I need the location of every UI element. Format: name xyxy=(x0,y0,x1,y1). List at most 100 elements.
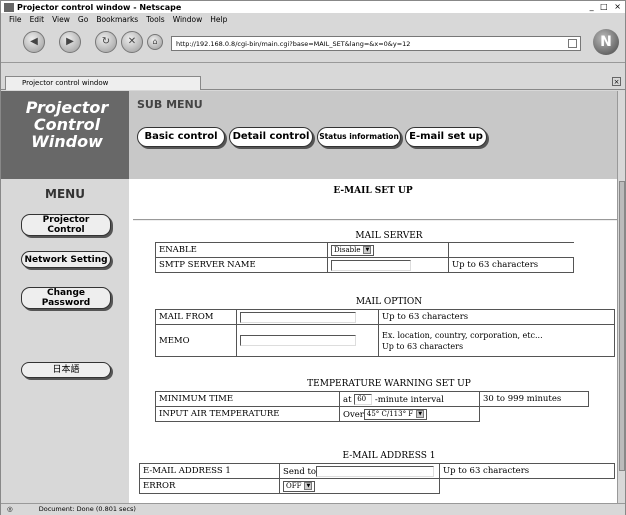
close-tab-icon[interactable]: × xyxy=(612,77,621,86)
input-air-temperature-label: INPUT AIR TEMPERATURE xyxy=(155,406,340,422)
netscape-logo-icon: N xyxy=(593,29,619,55)
menu-heading: MENU xyxy=(45,187,85,201)
window-title: Projector control window - Netscape xyxy=(17,2,182,12)
menu-window[interactable]: Window xyxy=(173,15,203,24)
table-row: E-MAIL ADDRESS 1 Send to Up to 63 charac… xyxy=(139,463,615,479)
email-setup-button[interactable]: E-mail set up xyxy=(405,127,487,147)
air-temperature-value: 45° C/113° F xyxy=(366,409,414,418)
menu-edit[interactable]: Edit xyxy=(30,15,45,24)
network-setting-label: Network Setting xyxy=(24,254,108,265)
email-setup-form: E-MAIL SET UP MAIL SERVER ENABLE Disable… xyxy=(129,179,617,503)
vertical-scrollbar[interactable] xyxy=(617,91,625,503)
memo-input[interactable] xyxy=(240,335,356,346)
status-bar: ◎ Document: Done (0.801 secs) xyxy=(1,503,625,515)
basic-control-button[interactable]: Basic control xyxy=(137,127,225,147)
tab-projector-control[interactable]: Projector control window xyxy=(5,76,201,90)
reload-icon[interactable]: ↻ xyxy=(95,31,117,53)
address1-heading: E-MAIL ADDRESS 1 xyxy=(342,451,436,461)
japanese-button[interactable]: 日本語 xyxy=(21,362,111,378)
email-address1-label: E-MAIL ADDRESS 1 xyxy=(139,463,280,479)
browser-window: Projector control window - Netscape _ □ … xyxy=(0,0,626,515)
temperature-heading: TEMPERATURE WARNING SET UP xyxy=(307,379,471,389)
forward-icon[interactable]: ▶ xyxy=(59,31,81,53)
table-row: MAIL FROM Up to 63 characters xyxy=(155,309,615,325)
menu-tools[interactable]: Tools xyxy=(146,15,164,24)
minimum-time-hint: 30 to 999 minutes xyxy=(479,391,589,407)
url-text: http://192.168.0.8/cgi-bin/main.cgi?base… xyxy=(176,40,411,48)
chevron-down-icon: ▼ xyxy=(304,481,313,490)
mail-server-heading: MAIL SERVER xyxy=(355,231,423,241)
projector-control-button[interactable]: Projector Control xyxy=(21,214,111,236)
interval-text: -minute interval xyxy=(374,394,444,405)
menu-bar: File Edit View Go Bookmarks Tools Window… xyxy=(1,13,625,25)
mail-option-heading: MAIL OPTION xyxy=(355,297,423,307)
submenu-heading: SUB MENU xyxy=(137,98,203,111)
url-field[interactable]: http://192.168.0.8/cgi-bin/main.cgi?base… xyxy=(171,36,581,51)
mail-option-table: MAIL FROM Up to 63 characters MEMO Ex. l… xyxy=(155,309,615,357)
brand-panel: Projector Control Window xyxy=(1,91,129,179)
scrollbar-thumb[interactable] xyxy=(619,181,625,471)
minimum-time-input[interactable]: 60 xyxy=(354,393,373,405)
smtp-server-input[interactable] xyxy=(331,259,411,271)
email-address1-hint: Up to 63 characters xyxy=(439,463,615,479)
detail-control-button[interactable]: Detail control xyxy=(229,127,313,147)
error-select[interactable]: OFF ▼ xyxy=(283,480,316,492)
navigation-toolbar: ◀ ▶ ↻ ✕ ⌂ http://192.168.0.8/cgi-bin/mai… xyxy=(1,25,625,63)
memo-label: MEMO xyxy=(155,324,237,357)
air-temperature-select[interactable]: 45° C/113° F ▼ xyxy=(363,408,428,420)
back-icon[interactable]: ◀ xyxy=(23,31,45,53)
enable-select-value: Disable xyxy=(334,245,361,254)
over-text: Over xyxy=(343,409,364,420)
memo-hint-line2: Up to 63 characters xyxy=(382,341,464,351)
window-controls[interactable]: _ □ × xyxy=(590,2,623,11)
network-setting-button[interactable]: Network Setting xyxy=(21,251,111,268)
error-select-value: OFF xyxy=(286,481,302,490)
tab-label: Projector control window xyxy=(22,79,109,87)
address1-table: E-MAIL ADDRESS 1 Send to Up to 63 charac… xyxy=(139,463,615,494)
stop-icon[interactable]: ✕ xyxy=(121,31,143,53)
temperature-table: MINIMUM TIME at 60 -minute interval 30 t… xyxy=(155,391,589,422)
title-bar: Projector control window - Netscape _ □ … xyxy=(1,1,625,13)
minimum-time-label: MINIMUM TIME xyxy=(155,391,340,407)
japanese-label: 日本語 xyxy=(52,365,80,375)
app-icon xyxy=(4,2,14,12)
menu-view[interactable]: View xyxy=(52,15,70,24)
change-password-button[interactable]: Change Password xyxy=(21,287,111,309)
menu-file[interactable]: File xyxy=(9,15,22,24)
table-row: ERROR OFF ▼ xyxy=(139,478,615,494)
chevron-down-icon: ▼ xyxy=(416,409,425,418)
connection-icon: ◎ xyxy=(7,505,13,513)
projector-control-label: Projector Control xyxy=(42,215,90,235)
brand-title-line3: Window xyxy=(31,132,103,151)
page-content: Projector Control Window SUB MENU Basic … xyxy=(1,91,617,503)
home-icon[interactable]: ⌂ xyxy=(147,34,163,50)
side-menu: MENU Projector Control Network Setting C… xyxy=(1,179,129,503)
change-password-label: Change Password xyxy=(41,288,91,308)
email-address1-input[interactable] xyxy=(316,465,435,477)
table-row: MINIMUM TIME at 60 -minute interval 30 t… xyxy=(155,391,589,407)
brand-title-line2: Control xyxy=(33,115,101,134)
send-to-text: Send to xyxy=(283,466,317,477)
enable-label: ENABLE xyxy=(155,242,328,258)
divider xyxy=(133,219,617,221)
table-row: INPUT AIR TEMPERATURE Over 45° C/113° F ▼ xyxy=(155,406,589,422)
table-row: ENABLE Disable ▼ xyxy=(155,242,574,258)
error-label: ERROR xyxy=(139,478,280,494)
table-row: MEMO Ex. location, country, corporation,… xyxy=(155,324,615,357)
menu-go[interactable]: Go xyxy=(78,15,88,24)
status-information-button[interactable]: Status information xyxy=(317,127,401,147)
mail-from-input[interactable] xyxy=(240,311,356,323)
status-text: Document: Done (0.801 secs) xyxy=(38,505,136,513)
at-text: at xyxy=(343,394,352,405)
mail-from-hint: Up to 63 characters xyxy=(378,309,615,325)
enable-select[interactable]: Disable ▼ xyxy=(331,244,375,256)
brand-title: Projector Control Window xyxy=(11,99,123,150)
go-icon[interactable] xyxy=(568,39,577,48)
brand-title-line1: Projector xyxy=(25,98,109,117)
menu-help[interactable]: Help xyxy=(210,15,227,24)
tab-bar: Projector control window × xyxy=(1,74,625,90)
smtp-hint: Up to 63 characters xyxy=(448,257,574,273)
menu-bookmarks[interactable]: Bookmarks xyxy=(96,15,138,24)
smtp-label: SMTP SERVER NAME xyxy=(155,257,328,273)
chevron-down-icon: ▼ xyxy=(363,245,372,254)
